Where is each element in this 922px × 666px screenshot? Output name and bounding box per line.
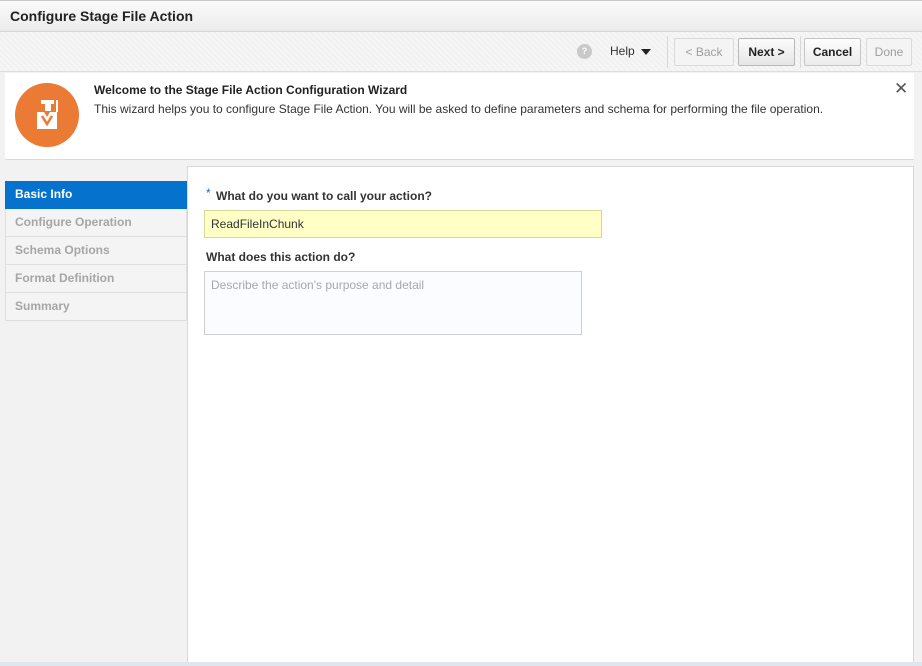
chevron-down-icon[interactable] <box>641 49 651 55</box>
nav-item-basic-info[interactable]: Basic Info <box>5 181 187 209</box>
wizard-hat-icon <box>37 100 58 129</box>
banner-title: Welcome to the Stage File Action Configu… <box>94 83 408 97</box>
action-description-label: What does this action do? <box>206 250 356 264</box>
banner-description: This wizard helps you to configure Stage… <box>94 102 824 116</box>
wizard-steps-nav: Basic Info Configure Operation Schema Op… <box>5 181 187 321</box>
action-name-input[interactable] <box>204 210 602 238</box>
help-menu-link[interactable]: Help <box>610 44 635 58</box>
step-content-panel <box>187 166 914 666</box>
toolbar-divider <box>667 36 668 68</box>
action-name-label: What do you want to call your action? <box>216 189 433 203</box>
bottom-edge <box>0 662 922 666</box>
action-description-textarea[interactable] <box>204 271 582 335</box>
wizard-logo <box>15 83 79 147</box>
back-button[interactable]: < Back <box>674 38 734 66</box>
done-button[interactable]: Done <box>866 38 912 66</box>
next-button[interactable]: Next > <box>738 38 795 66</box>
nav-item-schema-options[interactable]: Schema Options <box>5 237 187 265</box>
nav-item-format-definition[interactable]: Format Definition <box>5 265 187 293</box>
help-circle-icon: ? <box>577 44 592 59</box>
close-icon[interactable]: ✕ <box>894 80 908 97</box>
nav-item-summary[interactable]: Summary <box>5 293 187 321</box>
toolbar-divider <box>800 36 801 68</box>
required-indicator: * <box>206 186 211 200</box>
wizard-toolbar: ? Help < Back Next > Cancel Done <box>0 32 922 72</box>
welcome-banner: Welcome to the Stage File Action Configu… <box>5 73 914 160</box>
cancel-button[interactable]: Cancel <box>804 38 861 66</box>
nav-item-configure-operation[interactable]: Configure Operation <box>5 209 187 237</box>
window-title: Configure Stage File Action <box>10 8 194 24</box>
title-bar: Configure Stage File Action <box>0 0 922 32</box>
